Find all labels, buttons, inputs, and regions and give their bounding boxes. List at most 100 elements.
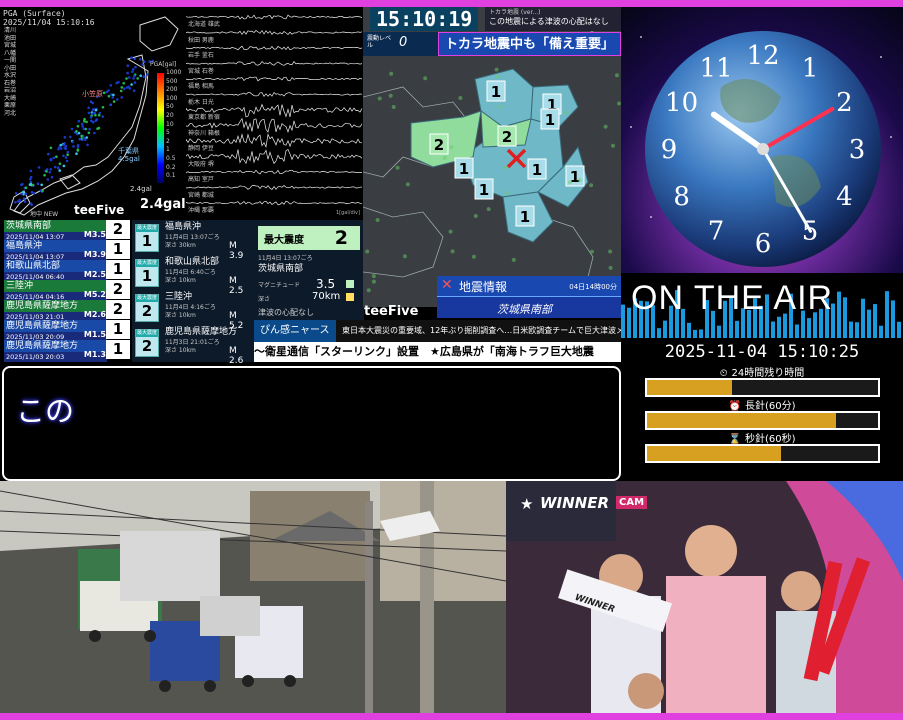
station-dot	[14, 192, 18, 195]
station-dot	[59, 147, 63, 150]
eq-info-title: 地震情報	[459, 280, 508, 294]
station-dot	[58, 162, 62, 165]
map-station-dot	[603, 124, 608, 129]
visualizer-bar	[663, 320, 667, 338]
station-dot	[80, 134, 84, 138]
station-dot	[81, 125, 84, 128]
station-dot	[101, 115, 104, 118]
frame-top-border	[0, 0, 903, 7]
map-station-dot	[389, 71, 394, 76]
station-dot	[93, 131, 96, 135]
quake-detail-item: 最大震度 2 三陸沖 11月4日 4:16ごろ 深さ 10km M 5.2	[135, 290, 253, 331]
progress-bar	[645, 444, 880, 463]
wave-unit: 1[gal/div]	[336, 210, 360, 216]
source-label: 地中 NEW	[30, 211, 59, 218]
station-dot	[70, 127, 74, 131]
station-dot	[75, 152, 78, 155]
station-dot	[87, 131, 91, 135]
mag-label: マグニチュード	[258, 282, 301, 289]
station-dot	[107, 94, 111, 98]
visualizer-bar	[867, 309, 871, 338]
station-dot	[116, 98, 119, 101]
quake-row: 鹿児島県薩摩地方 2025/11/03 20:03 M1.3 1	[2, 340, 132, 363]
station-dot	[85, 136, 88, 139]
map-station-dot	[449, 145, 454, 150]
onair-panel: ON THE AIR	[621, 273, 903, 338]
callout-1: 小笠原	[82, 90, 103, 98]
scale-label: 1000	[166, 69, 182, 76]
scale-label: 20	[166, 111, 174, 119]
map-intensity-marker: 1	[486, 80, 506, 102]
station-dot	[109, 84, 113, 87]
map-station-dot	[388, 93, 393, 98]
max-intensity-value: 2	[334, 227, 348, 249]
waveform-label: 神奈川 箱根	[188, 129, 220, 137]
map-station-dot	[365, 249, 370, 254]
visualizer-bar	[777, 316, 781, 338]
map-intensity-number: 1	[491, 83, 501, 101]
tv-headline: トカラ地震中も「備え重要」	[438, 32, 621, 56]
analog-clock-panel: 121234567891011	[621, 7, 903, 273]
station-dot	[43, 173, 46, 177]
station-dot	[126, 71, 129, 75]
station-dot	[20, 192, 24, 196]
mag-value: 3.5	[316, 277, 336, 291]
station-dot	[89, 116, 93, 119]
waveform-label: 秋田 男鹿	[188, 36, 214, 44]
map-station-dot	[608, 265, 613, 270]
visualizer-bar	[849, 321, 853, 338]
quake-magnitude: M3.5	[83, 230, 106, 239]
visualizer-bar	[771, 321, 775, 338]
station-dot	[82, 127, 86, 131]
quake-detail-item: 最大震度 1 福島県沖 11月4日 13:07ごろ 深さ 30km M 3.9	[135, 220, 253, 261]
quake-history-list: 茨城県南部 2025/11/04 13:07 M3.5 2 福島県沖 2025/11/04…	[0, 220, 132, 362]
station-dot	[98, 111, 102, 115]
station-dot	[53, 165, 57, 169]
quake-intensity: 1	[106, 260, 130, 279]
quake-intensity: 2	[106, 280, 130, 299]
station-dot	[37, 166, 41, 169]
station-dot	[18, 198, 22, 202]
depth-swatch	[346, 293, 354, 301]
progress-bar-fill	[647, 380, 733, 395]
map-intensity-number: 1	[520, 208, 530, 226]
map-intensity-number: 1	[545, 111, 555, 129]
scale-label: 1	[166, 146, 170, 154]
station-dot	[76, 124, 80, 128]
map-station-dot	[405, 182, 410, 187]
map-intensity-marker: 1	[474, 178, 494, 200]
winner-camera-feed: ★ WINNER CAM WINNER	[506, 481, 903, 713]
station-dot	[91, 101, 94, 105]
station-dot	[86, 143, 89, 147]
progress-bar-label: ⏲ 24時間残り時間	[621, 364, 903, 379]
visualizer-bar	[873, 304, 877, 338]
map-station-dot	[391, 105, 396, 109]
quake-detail-list: 最大震度 1 福島県沖 11月4日 13:07ごろ 深さ 30km M 3.9 最大震度 1…	[132, 220, 254, 366]
map-intensity-marker: 1	[454, 157, 474, 179]
progress-bar-label: ⏰ 長針(60分)	[621, 397, 903, 412]
station-dot	[30, 190, 34, 194]
quake-intensity: 1	[106, 340, 130, 359]
map-intensity-marker: 1	[540, 108, 560, 130]
station-dot	[24, 186, 28, 189]
station-dot	[36, 182, 40, 185]
quake-magnitude: M1.3	[83, 350, 106, 359]
winner-cam-badge: CAM	[616, 496, 648, 509]
gal-big: 2.4gal	[140, 197, 186, 212]
map-intensity-marker: 1	[515, 205, 535, 227]
station-dot	[83, 119, 86, 123]
map-intensity-number: 2	[502, 128, 512, 146]
station-dot	[139, 58, 142, 61]
callout-2: 千葉県 4.5gal	[118, 147, 140, 163]
visualizer-bar	[879, 325, 883, 338]
scale-label: 0.1	[166, 172, 176, 180]
shake-level-value: 0	[399, 35, 408, 50]
station-dot	[77, 119, 81, 123]
map-station-dot	[471, 254, 476, 259]
map-intensity-number: 2	[434, 136, 444, 154]
station-dot	[77, 131, 81, 135]
station-dot	[48, 171, 52, 174]
brand-logo: teeFive	[74, 203, 125, 217]
map-station-dot	[450, 249, 455, 254]
mag-swatch	[346, 280, 354, 288]
